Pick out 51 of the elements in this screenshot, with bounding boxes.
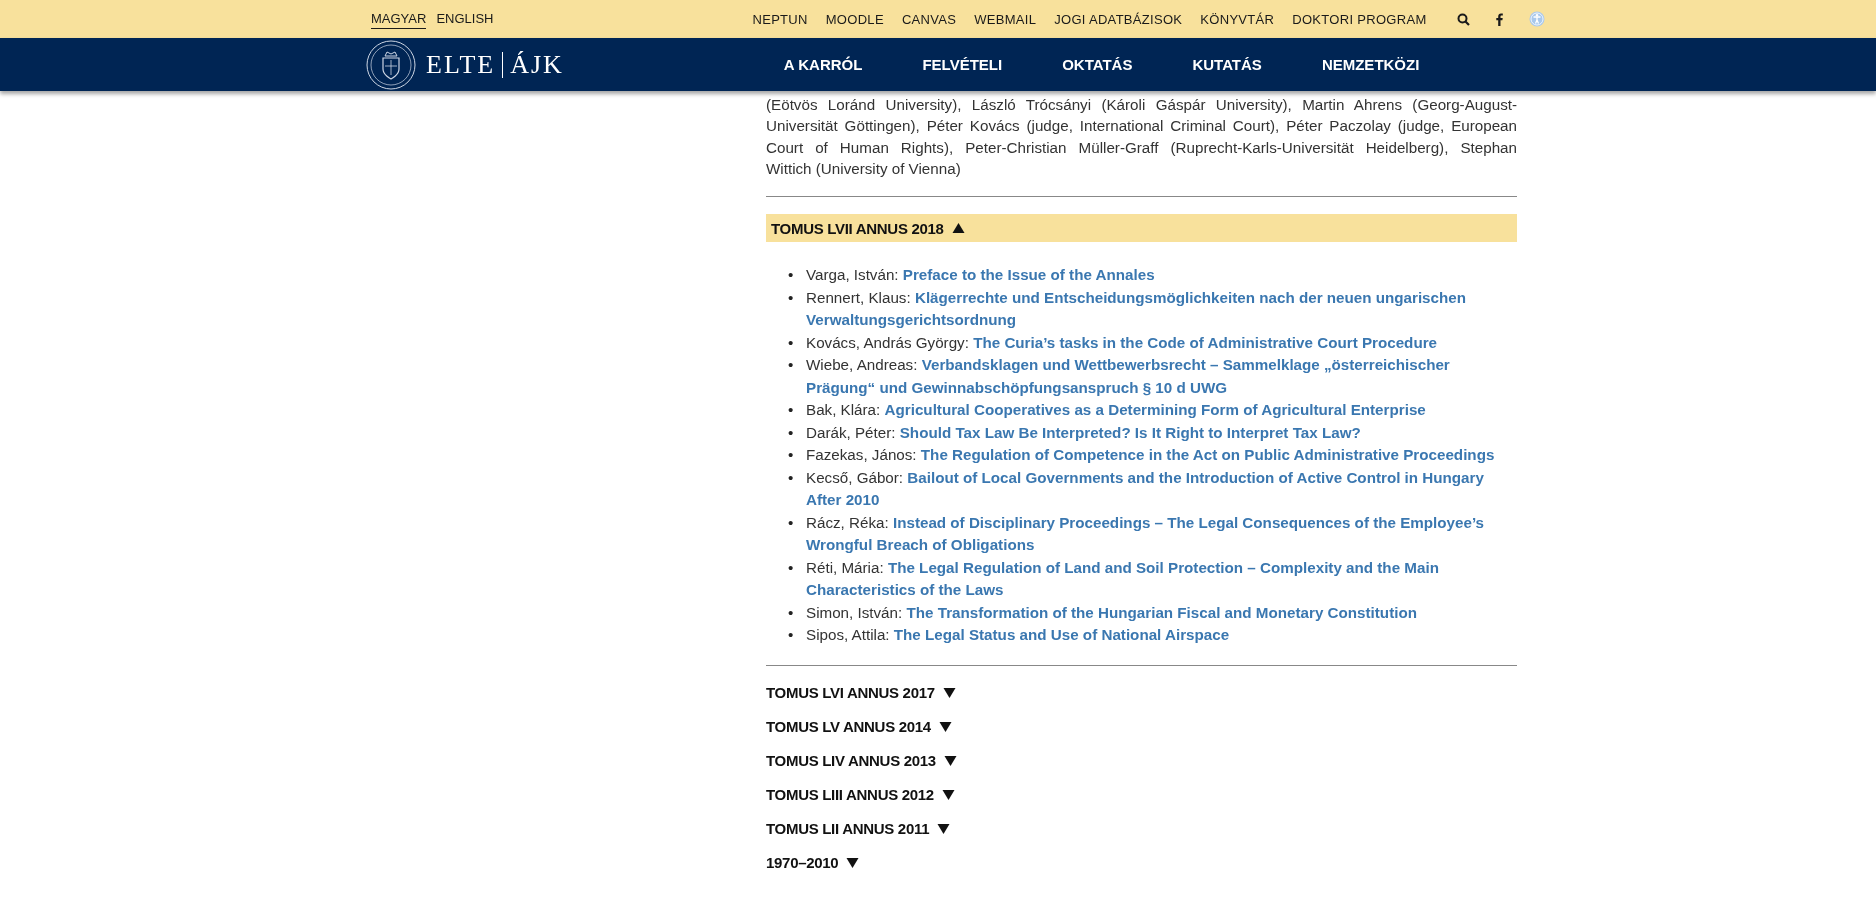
nav-link[interactable]: FELVÉTELI (922, 56, 1003, 73)
logo-text: ELTE (426, 49, 496, 80)
nav-link[interactable]: KUTATÁS (1192, 56, 1262, 73)
search-icon[interactable] (1456, 12, 1470, 26)
article-entry[interactable]: Fazekas, János: The Regulation of Competence in the Act on Public Administrative Proceedings (806, 444, 1495, 467)
section-toggle[interactable]: TOMUS LVII ANNUS 2018 (766, 214, 1517, 243)
article-entry[interactable]: Réti, Mária: The Legal Regulation of Land and Soil Protection – Complexity and the Main Characteristics of the Laws (806, 556, 1517, 602)
top-link[interactable]: MOODLE (825, 11, 884, 27)
nav-link[interactable]: A KARRÓL (783, 56, 863, 73)
bullet: • (788, 445, 795, 466)
facebook-icon[interactable] (1495, 12, 1503, 26)
article-entry[interactable]: Rennert, Klaus: Klägerrechte und Entscheidungsmöglichkeiten nach der neuen ungarischen Verwaltungsgerichtsordnung (806, 286, 1517, 332)
article-entry[interactable]: Rácz, Réka: Instead of Disciplinary Proceedings – The Legal Consequences of the Employee’s Wrongful Breach of Obligations (806, 511, 1517, 557)
bullet: • (788, 557, 795, 578)
section-toggle[interactable]: TOMUS LIII ANNUS 2012 (766, 777, 955, 812)
top-link[interactable]: NEPTUN (752, 11, 808, 27)
article-entry[interactable]: Sipos, Attila: The Legal Status and Use of National Airspace (806, 624, 1230, 647)
article-entry[interactable]: Wiebe, Andreas: Verbandsklagen und Wettbewerbsrecht – Sammelklage „österreichischer Prägung“ und Gewinnabschöpfungsanspruch § 10 d UWG (806, 354, 1517, 400)
article-entry[interactable]: Bak, Klára: Agricultural Cooperatives as a Determining Form of Agricultural Enterprise (806, 399, 1426, 422)
top-link[interactable]: JOGI ADATBÁZISOK (1054, 11, 1183, 27)
article-entry[interactable]: Kovács, András György: The Curia’s tasks in the Code of Administrative Court Procedure (806, 331, 1438, 355)
language-link[interactable]: ENGLISH (436, 9, 494, 29)
bullet: • (788, 287, 795, 308)
bullet: • (788, 400, 795, 421)
bullet: • (788, 332, 795, 353)
nav-link[interactable]: OKTATÁS (1062, 56, 1133, 73)
article-entry[interactable]: Darák, Péter: Should Tax Law Be Interpreted? Is It Right to Interpret Tax Law? (806, 421, 1361, 445)
language-link[interactable]: MAGYAR (371, 9, 427, 29)
section-toggle[interactable]: 1970–2010 (766, 845, 860, 880)
intro-paragraph: (Eötvös Loránd University), László Trócsányi (Károli Gáspár University), Martin Ahrens (Georg-August- Universität Göttingen), Péter Kovács (judge, International Criminal Court), Péter Paczolay (judge, European Court of Human Rights), Peter-Christian Müller-Graff (Ruprecht-Karls-Universität Heidelberg), Stephan Wittich (University of Vienna) (766, 95, 1517, 179)
crest-icon (366, 39, 416, 90)
article-entry[interactable]: Varga, István: Preface to the Issue of the Annales (806, 264, 1155, 287)
article-entry[interactable]: Kecső, Gábor: Bailout of Local Governments and the Introduction of Active Control in Hungary After 2010 (806, 466, 1517, 512)
bullet: • (788, 355, 795, 376)
nav-link[interactable]: NEMZETKÖZI (1321, 56, 1420, 73)
bullet: • (788, 422, 795, 443)
section-toggle[interactable]: TOMUS LV ANNUS 2014 (766, 709, 952, 744)
top-link[interactable]: CANVAS (901, 11, 957, 27)
bullet: • (788, 512, 795, 533)
top-link[interactable]: DOKTORI PROGRAM (1292, 11, 1427, 27)
bullet: • (788, 625, 795, 646)
section-toggle[interactable]: TOMUS LIV ANNUS 2013 (766, 743, 957, 778)
section-toggle[interactable]: TOMUS LVI ANNUS 2017 (766, 675, 956, 710)
top-link[interactable]: KÖNYVTÁR (1200, 11, 1275, 27)
bullet: • (788, 265, 795, 286)
bullet: • (788, 467, 795, 488)
section-toggle[interactable]: TOMUS LII ANNUS 2011 (766, 811, 951, 846)
article-entry[interactable]: Simon, István: The Transformation of the Hungarian Fiscal and Monetary Constitution (806, 601, 1417, 625)
bullet: • (788, 602, 795, 623)
logo-text: ÁJK (510, 49, 564, 80)
top-link[interactable]: WEBMAIL (974, 11, 1037, 27)
